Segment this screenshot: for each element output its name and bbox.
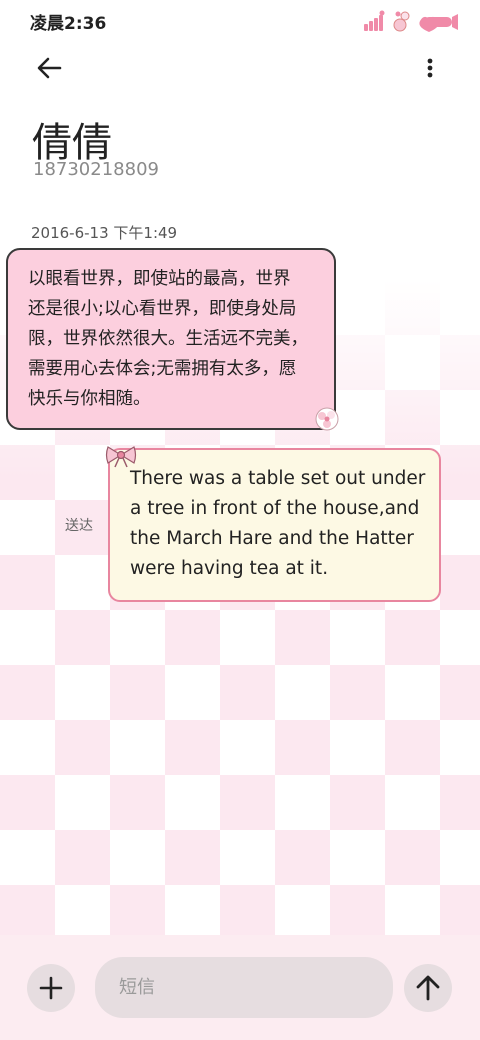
flower-sticker-icon [315,407,339,431]
wifi-flower-icon [393,11,410,32]
arrow-left-icon [37,57,62,79]
message-line: the March Hare and the Hatter [130,528,414,549]
message-line: 快乐与你相随。 [28,389,151,409]
message-line: a tree in front of the house,and [130,498,420,519]
more-vertical-icon [427,58,433,78]
message-line: There was a table set out under [130,468,426,489]
signal-icon [364,10,385,31]
message-line: 限，世界依然很大。生活远不完美， [28,329,308,349]
send-button[interactable] [404,964,452,1012]
back-button[interactable] [30,52,70,84]
plus-icon [39,976,63,1000]
incoming-message-bubble[interactable]: 以眼看世界，即使站的最高，世界 还是很小;以心看世界，即使身处局 限，世界依然很… [6,248,336,430]
message-line: 以眼看世界，即使站的最高，世界 [28,269,291,289]
delivery-status: 送达 [65,518,93,534]
battery-heart-icon [419,14,458,32]
status-icons [364,10,458,32]
bow-sticker-icon [105,446,137,468]
message-line: were having tea at it. [130,558,329,579]
contact-number: 18730218809 [33,159,159,180]
more-options-button[interactable] [418,54,442,84]
outgoing-message-bubble[interactable]: There was a table set out under a tree i… [108,448,441,602]
add-attachment-button[interactable] [27,964,75,1012]
status-time: 凌晨2:36 [30,14,107,34]
message-timestamp: 2016-6-13 下午1:49 [31,224,178,242]
message-input[interactable]: 短信 [95,957,393,1018]
message-input-placeholder: 短信 [119,977,155,998]
message-line: 还是很小;以心看世界，即使身处局 [28,299,297,319]
status-bar: 凌晨2:36 [0,0,480,40]
message-line: 需要用心去体会;无需拥有太多，愿 [28,359,297,379]
arrow-up-icon [416,975,440,1001]
